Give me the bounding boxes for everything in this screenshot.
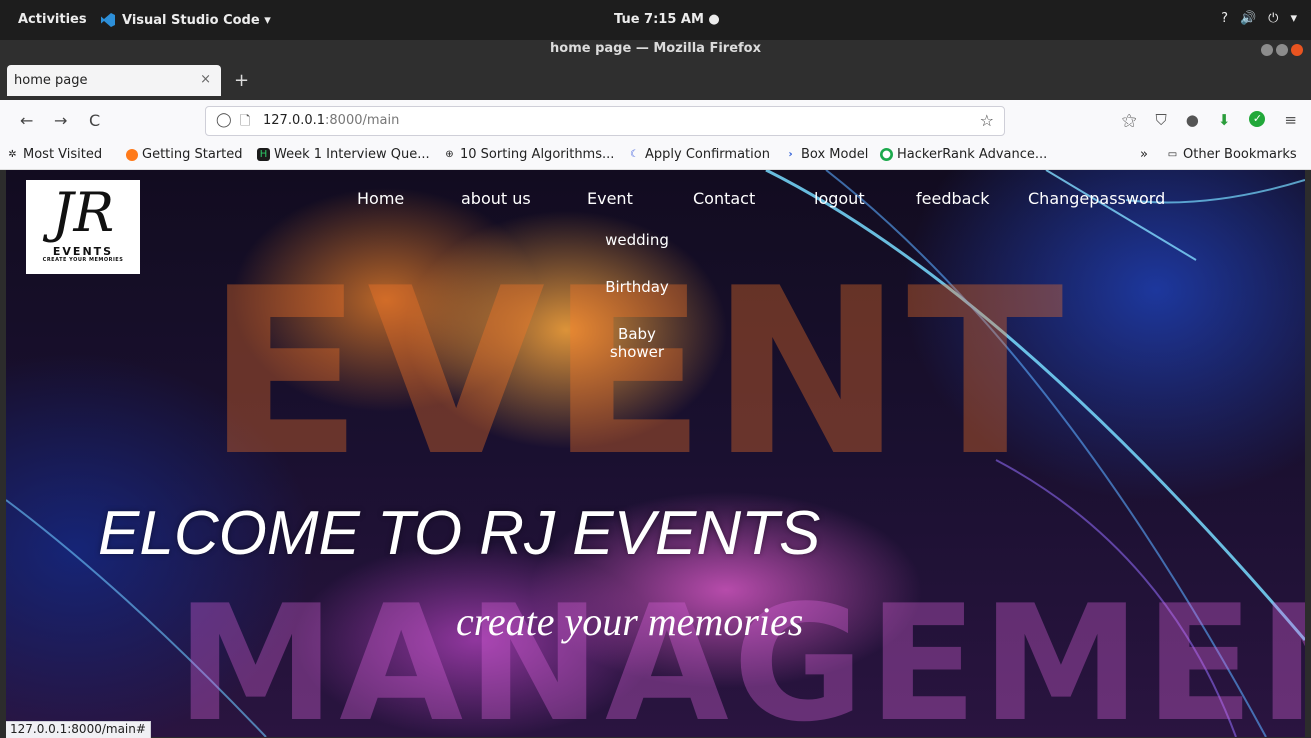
bookmark-label: HackerRank Advance... xyxy=(897,147,1048,162)
dropdown-item-wedding[interactable]: wedding xyxy=(602,231,672,249)
minimize-button[interactable] xyxy=(1261,44,1273,56)
app-menu[interactable]: Visual Studio Code ▾ xyxy=(100,12,271,28)
chevron-down-icon: ▾ xyxy=(1290,11,1297,26)
dropdown-item-baby-shower[interactable]: Baby shower xyxy=(602,325,672,361)
other-bookmarks-label: Other Bookmarks xyxy=(1183,147,1297,162)
activities-button[interactable]: Activities xyxy=(18,12,87,27)
close-tab-icon[interactable]: × xyxy=(200,72,211,87)
bookmark-star-icon[interactable]: ☆ xyxy=(980,111,994,130)
help-icon: ? xyxy=(1221,11,1228,26)
reload-button[interactable]: C xyxy=(89,111,100,130)
bookmark-apply-confirmation[interactable]: ☾ Apply Confirmation xyxy=(628,147,770,162)
nav-about-us[interactable]: about us xyxy=(461,189,531,208)
nav-event[interactable]: Event xyxy=(587,189,633,208)
volume-icon: 🔊 xyxy=(1239,11,1257,26)
hr-icon: H xyxy=(257,148,270,161)
firefox-icon xyxy=(126,148,138,161)
close-window-button[interactable] xyxy=(1291,44,1303,56)
menu-icon[interactable]: ≡ xyxy=(1284,111,1297,129)
tab-strip: home page × + xyxy=(0,60,1311,100)
power-icon: ⏻ xyxy=(1268,11,1279,26)
hackerrank-icon: ● xyxy=(880,148,893,161)
bookmark-most-visited[interactable]: ✲ Most Visited xyxy=(6,147,102,162)
bookmark-getting-started[interactable]: Getting Started xyxy=(126,147,243,162)
tab-home-page[interactable]: home page × xyxy=(7,65,221,96)
tab-title: home page xyxy=(14,73,88,88)
os-top-bar: Activities Visual Studio Code ▾ Tue 7:15… xyxy=(0,0,1311,40)
window-controls xyxy=(1261,44,1303,56)
scrimba-icon: › xyxy=(788,149,793,160)
pocket-icon[interactable]: ⛉ xyxy=(1155,111,1166,129)
nav-home[interactable]: Home xyxy=(357,189,404,208)
window-title: home page — Mozilla Firefox xyxy=(0,40,1311,60)
bookmarks-toolbar: ✲ Most Visited Getting Started H Week 1 … xyxy=(0,143,1311,170)
bookmark-label: Getting Started xyxy=(142,147,243,162)
nav-contact[interactable]: Contact xyxy=(693,189,755,208)
nav-feedback[interactable]: feedback xyxy=(916,189,990,208)
logo-name: EVENTS xyxy=(52,245,114,258)
url-host: 127.0.0.1 xyxy=(263,113,326,128)
moon-icon: ☾ xyxy=(630,149,639,160)
new-tab-button[interactable]: + xyxy=(234,70,249,91)
back-button[interactable]: ← xyxy=(20,111,33,130)
check-extension-icon[interactable]: ✓ xyxy=(1249,111,1266,127)
bookmarks-overflow-button[interactable]: » xyxy=(1140,147,1148,162)
nav-changepassword[interactable]: Changepassword xyxy=(1028,189,1165,208)
bookmark-label: Week 1 Interview Que... xyxy=(274,147,430,162)
background-word-management: MANAGEMENT xyxy=(176,570,1305,737)
bookmark-sorting-algorithms[interactable]: ⊕ 10 Sorting Algorithms... xyxy=(443,147,614,162)
link-status-bar: 127.0.0.1:8000/main# xyxy=(6,721,151,738)
hero-headline: ELCOME TO RJ EVENTS xyxy=(98,499,821,568)
bookmark-box-model[interactable]: › Box Model xyxy=(784,147,868,162)
other-bookmarks[interactable]: ▭ Other Bookmarks xyxy=(1166,147,1297,162)
logo-tagline: CREATE YOUR MEMORIES xyxy=(42,257,124,263)
maximize-button[interactable] xyxy=(1276,44,1288,56)
nav-logout[interactable]: logout xyxy=(814,189,865,208)
navigation-toolbar: ← → C ◯ 🗋 127.0.0.1:8000/main ☆ ⚝ ⛉ ● ⬇ … xyxy=(0,100,1311,143)
site-logo[interactable]: JR EVENTS CREATE YOUR MEMORIES xyxy=(26,180,140,274)
shield-icon[interactable]: ◯ xyxy=(216,112,232,128)
globe-icon: ⊕ xyxy=(445,149,454,160)
bookmark-label: Box Model xyxy=(801,147,869,162)
extension-icon[interactable]: ● xyxy=(1186,111,1199,129)
bookmark-week1-interview[interactable]: H Week 1 Interview Que... xyxy=(257,147,430,162)
bookmark-label: Apply Confirmation xyxy=(645,147,770,162)
web-page: EVENT MANAGEMENT JR EVENTS CREATE YOUR M… xyxy=(6,170,1305,737)
dropdown-item-birthday[interactable]: Birthday xyxy=(602,278,672,296)
clock[interactable]: Tue 7:15 AM ● xyxy=(614,12,720,27)
bookmark-label: 10 Sorting Algorithms... xyxy=(460,147,615,162)
pocket-save-icon[interactable]: ⚝ xyxy=(1122,111,1137,129)
folder-icon: ▭ xyxy=(1167,149,1178,160)
toolbar-extensions: ⚝ ⛉ ● ⬇ ✓ ≡ xyxy=(1122,111,1297,129)
vscode-icon xyxy=(101,13,115,27)
app-menu-label: Visual Studio Code ▾ xyxy=(122,12,271,28)
gear-icon: ✲ xyxy=(8,149,17,160)
page-info-icon[interactable]: 🗋 xyxy=(240,112,250,134)
bookmark-label: Most Visited xyxy=(23,147,103,162)
system-tray[interactable]: ? 🔊 ⏻ ▾ xyxy=(1221,11,1297,26)
url-text[interactable]: 127.0.0.1:8000/main xyxy=(263,113,399,128)
forward-button[interactable]: → xyxy=(54,111,67,130)
logo-monogram: JR xyxy=(51,181,115,244)
download-extension-icon[interactable]: ⬇ xyxy=(1218,111,1231,129)
hero-tagline: create your memories xyxy=(456,599,804,644)
url-bar[interactable]: ◯ 🗋 127.0.0.1:8000/main ☆ xyxy=(205,106,1005,136)
url-path: :8000/main xyxy=(325,113,400,128)
bookmark-hackerrank[interactable]: ● HackerRank Advance... xyxy=(880,147,1047,162)
